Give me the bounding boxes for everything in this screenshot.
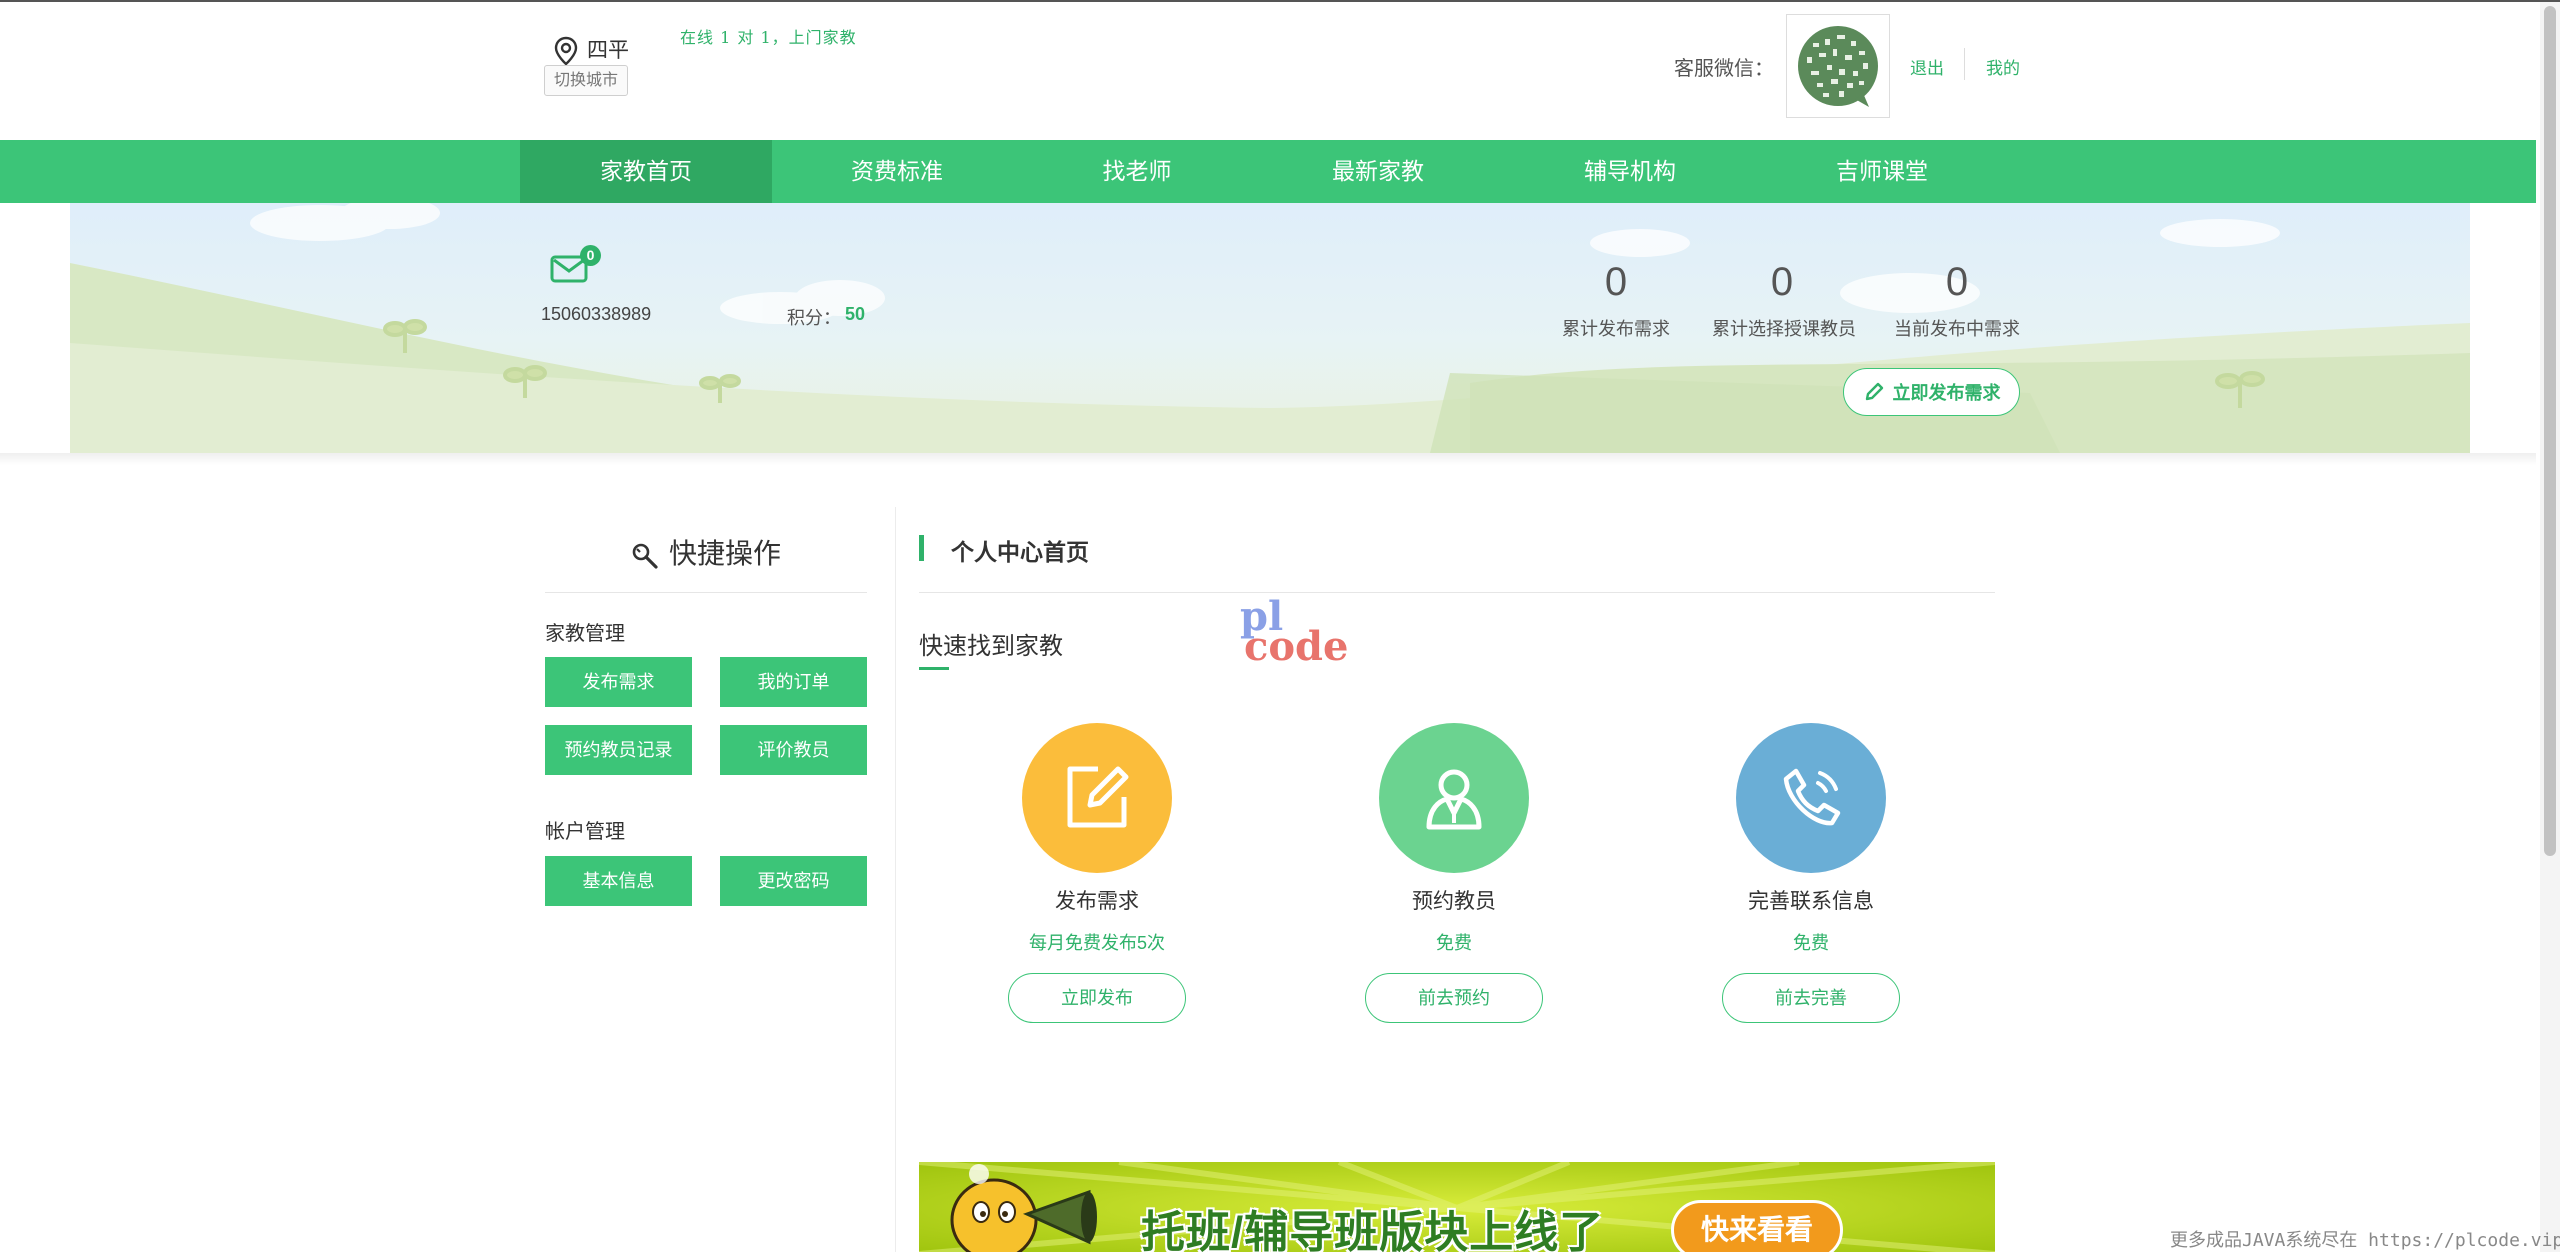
pencil-icon — [1865, 382, 1883, 401]
phone-icon — [1736, 723, 1886, 873]
switch-city-button[interactable]: 切换城市 — [544, 65, 628, 96]
publish-demand-button[interactable]: 发布需求 — [545, 657, 692, 707]
plcode-watermark: pl code — [1240, 597, 1349, 670]
nav-item-latest-jobs[interactable]: 最新家教 — [1252, 140, 1504, 203]
sidebar-divider — [545, 592, 867, 593]
stat-label: 当前发布中需求 — [1894, 319, 2020, 339]
stat-label: 累计发布需求 — [1562, 319, 1670, 339]
points-value: 50 — [845, 304, 866, 324]
section-title-underline — [919, 667, 949, 670]
card-title: 预约教员 — [1412, 890, 1496, 913]
user-banner — [70, 203, 2470, 453]
nav-item-institutions[interactable]: 辅导机构 — [1504, 140, 1756, 203]
stat-total-teachers-selected: 0 累计选择授课教员 — [1712, 257, 1856, 341]
main-title-accent — [919, 535, 924, 561]
sidebar-group-tutoring: 家教管理 — [545, 623, 625, 645]
banner-landscape-illustration — [70, 203, 2470, 453]
go-book-button[interactable]: 前去预约 — [1365, 973, 1543, 1023]
stat-value: 0 — [1945, 260, 1969, 304]
current-city: 四平 — [587, 39, 629, 62]
main-nav: 家教首页 资费标准 找老师 最新家教 辅导机构 吉师课堂 — [0, 140, 2536, 203]
page-title: 个人中心首页 — [951, 539, 1089, 565]
sidebar-group-account: 帐户管理 — [545, 821, 625, 843]
stat-value: 0 — [1770, 260, 1794, 304]
user-phone: 15060338989 — [541, 304, 652, 324]
publish-now-button[interactable]: 立即发布 — [1008, 973, 1186, 1023]
main-divider — [919, 592, 1995, 593]
qr-code-image — [1798, 26, 1878, 107]
my-account-link[interactable]: 我的 — [1986, 54, 2020, 79]
class-launch-ad-banner[interactable]: 托班/辅导班版块上线了 快来看看 — [919, 1162, 1995, 1252]
section-title: 快速找到家教 — [919, 633, 1063, 660]
card-book-teacher: 预约教员 免费 前去预约 — [1304, 723, 1604, 1023]
rate-teacher-button[interactable]: 评价教员 — [720, 725, 867, 775]
points-label: 积分： — [787, 308, 841, 328]
booking-records-button[interactable]: 预约教员记录 — [545, 725, 692, 775]
nav-item-home[interactable]: 家教首页 — [520, 140, 772, 203]
quick-actions-title: 快捷操作 — [545, 532, 867, 572]
ad-headline: 托班/辅导班版块上线了 — [1141, 1208, 1605, 1252]
customer-service-wechat-label: 客服微信： — [1674, 58, 1774, 80]
stat-total-published: 0 累计发布需求 — [1560, 257, 1672, 341]
header-divider — [1964, 48, 1965, 80]
ad-view-now-button[interactable]: 快来看看 — [1671, 1200, 1843, 1252]
banner-shadow — [0, 453, 2536, 465]
edit-icon — [1022, 723, 1172, 873]
stat-current-published: 0 当前发布中需求 — [1894, 257, 2020, 341]
go-complete-button[interactable]: 前去完善 — [1722, 973, 1900, 1023]
scrollbar-thumb[interactable] — [2544, 6, 2556, 856]
stat-value: 0 — [1604, 260, 1628, 304]
publish-demand-now-button[interactable]: 立即发布需求 — [1843, 368, 2020, 416]
logout-link[interactable]: 退出 — [1910, 54, 1944, 79]
stat-label: 累计选择授课教员 — [1712, 319, 1856, 339]
watermark-footer-note: 更多成品JAVA系统尽在 https://plcode.vip — [2170, 1230, 2560, 1251]
card-subtitle: 每月免费发布5次 — [1028, 933, 1165, 953]
watermark-line-2: code — [1244, 623, 1349, 670]
wechat-qr-code — [1786, 14, 1890, 118]
card-title: 完善联系信息 — [1748, 890, 1874, 913]
nav-item-classroom[interactable]: 吉师课堂 — [1756, 140, 2008, 203]
card-subtitle: 免费 — [1436, 933, 1472, 953]
basic-info-button[interactable]: 基本信息 — [545, 856, 692, 906]
my-orders-button[interactable]: 我的订单 — [720, 657, 867, 707]
unread-message-badge: 0 — [580, 245, 601, 266]
nav-item-pricing[interactable]: 资费标准 — [772, 140, 1022, 203]
teacher-icon — [1379, 723, 1529, 873]
change-password-button[interactable]: 更改密码 — [720, 856, 867, 906]
slogan-text: 在线 1 对 1，上门家教 — [680, 28, 857, 47]
top-header: 四平 切换城市 在线 1 对 1，上门家教 客服微信： 退出 我的 — [0, 2, 2560, 140]
publish-demand-now-label: 立即发布需求 — [1892, 383, 2001, 403]
card-title: 发布需求 — [1055, 890, 1139, 913]
card-subtitle: 免费 — [1793, 933, 1829, 953]
wrench-icon — [632, 543, 658, 569]
card-publish-demand: 发布需求 每月免费发布5次 立即发布 — [947, 723, 1247, 1023]
card-complete-contact: 完善联系信息 免费 前去完善 — [1661, 723, 1961, 1023]
quick-actions-label: 快捷操作 — [668, 538, 781, 569]
nav-item-find-teacher[interactable]: 找老师 — [1022, 140, 1252, 203]
location-pin-icon — [554, 36, 578, 66]
sidebar-separator — [895, 507, 896, 1252]
